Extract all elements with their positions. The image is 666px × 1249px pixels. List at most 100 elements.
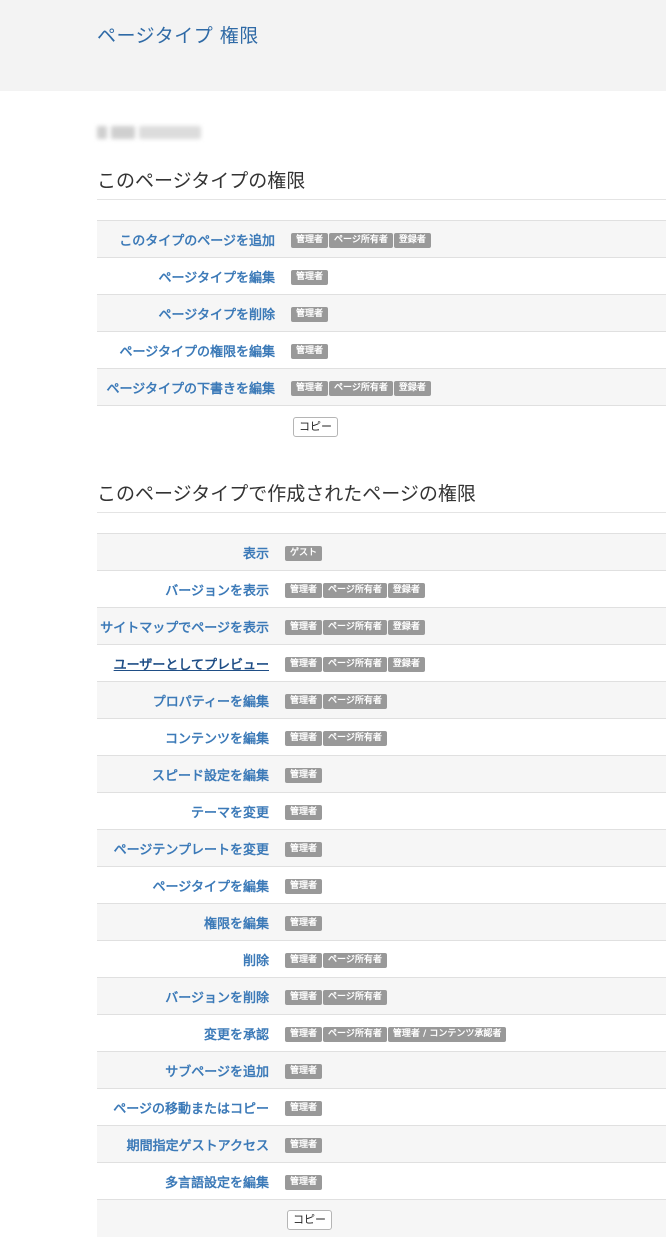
- role-badge: ページ所有者: [323, 1026, 387, 1042]
- main-content: このページタイプの権限 このタイプのページを追加 管理者 ページ所有者 登録者 ページタ…: [0, 126, 666, 1237]
- permission-badges-cell: 管理者 ページ所有者: [277, 977, 666, 1015]
- permission-badges-cell: 管理者 ページ所有者: [277, 718, 666, 756]
- role-badge: 管理者: [285, 693, 323, 709]
- permission-row: バージョンを表示 管理者 ページ所有者 登録者: [97, 570, 666, 608]
- permission-row: ページタイプを編集 管理者: [97, 257, 666, 295]
- permission-label-cell: ページタイプの権限を編集: [97, 331, 283, 369]
- role-badge: 管理者: [285, 767, 323, 783]
- permission-row: このタイプのページを追加 管理者 ページ所有者 登録者: [97, 220, 666, 258]
- permission-label: ページタイプを編集: [152, 879, 269, 895]
- permission-label: ページタイプを削除: [158, 307, 275, 323]
- permission-row: スピード設定を編集 管理者: [97, 755, 666, 793]
- role-badge: ページ所有者: [323, 989, 387, 1005]
- permission-label-cell: 表示: [97, 533, 277, 571]
- permission-label-cell: ユーザーとしてプレビュー: [97, 644, 277, 682]
- permission-label: 権限を編集: [203, 916, 269, 932]
- page-permissions-table: 表示 ゲスト バージョンを表示 管理者 ページ所有者 登録者 サイトマップでページを表示 管理…: [97, 533, 666, 1200]
- copy-row-section2: コピー: [97, 1200, 666, 1237]
- permission-badges-cell: 管理者: [277, 1088, 666, 1126]
- role-badge: 管理者: [285, 915, 323, 931]
- permission-label-cell: 変更を承認: [97, 1014, 277, 1052]
- permission-row: サイトマップでページを表示 管理者 ページ所有者 登録者: [97, 607, 666, 645]
- permission-row: ページの移動またはコピー 管理者: [97, 1088, 666, 1126]
- permission-badges-cell: ゲスト: [277, 533, 666, 571]
- permission-label-cell: 多言語設定を編集: [97, 1162, 277, 1200]
- permission-badges-cell: 管理者: [277, 755, 666, 793]
- permission-label-cell: 期間指定ゲストアクセス: [97, 1125, 277, 1163]
- permission-label-cell: ページタイプを削除: [97, 294, 283, 332]
- permission-label: 多言語設定を編集: [164, 1175, 269, 1191]
- page-title: ページタイプ 権限: [97, 25, 259, 47]
- role-badge: 管理者: [285, 952, 323, 968]
- permission-badges-cell: 管理者: [277, 1162, 666, 1200]
- role-badge: ページ所有者: [323, 582, 387, 598]
- permission-row: 変更を承認 管理者 ページ所有者 管理者 / コンテンツ承認者: [97, 1014, 666, 1052]
- role-badge: 管理者: [291, 269, 329, 285]
- section-title-page-type-permissions: このページタイプの権限: [97, 166, 666, 200]
- permission-label-cell: ページテンプレートを変更: [97, 829, 277, 867]
- role-badge: 登録者: [387, 582, 425, 598]
- role-badge: 管理者: [291, 380, 329, 396]
- copy-button-section2[interactable]: コピー: [287, 1210, 332, 1230]
- permission-badges-cell: 管理者: [277, 829, 666, 867]
- permission-label: テーマを変更: [190, 805, 269, 821]
- permission-label: このタイプのページを追加: [119, 233, 275, 249]
- copy-row-section1: コピー: [97, 406, 666, 437]
- permission-label: 削除: [242, 953, 269, 969]
- permission-row: サブページを追加 管理者: [97, 1051, 666, 1089]
- role-badge: ページ所有者: [323, 730, 387, 746]
- page-type-permissions-table: このタイプのページを追加 管理者 ページ所有者 登録者 ページタイプを編集 管理者 ページタ…: [97, 220, 666, 406]
- permission-label-cell: ページタイプを編集: [97, 257, 283, 295]
- permission-row: 削除 管理者 ページ所有者: [97, 940, 666, 978]
- role-badge: ページ所有者: [323, 693, 387, 709]
- role-badge: ページ所有者: [323, 952, 387, 968]
- permission-label: コンテンツを編集: [164, 731, 269, 747]
- permission-label: ページテンプレートを変更: [113, 842, 269, 858]
- permission-label: ページタイプの権限を編集: [119, 344, 275, 360]
- permission-label: プロパティーを編集: [152, 694, 269, 710]
- role-badge: ページ所有者: [329, 232, 393, 248]
- role-badge: 管理者: [285, 1100, 323, 1116]
- role-badge: ページ所有者: [323, 656, 387, 672]
- permission-label-link[interactable]: ユーザーとしてプレビュー: [114, 658, 269, 673]
- role-badge: ページ所有者: [329, 380, 393, 396]
- permission-label: 変更を承認: [203, 1027, 269, 1043]
- permission-label: ページタイプを編集: [158, 270, 275, 286]
- role-badge: 管理者 / コンテンツ承認者: [387, 1026, 507, 1042]
- role-badge: 管理者: [285, 1137, 323, 1153]
- permission-row: ページタイプを編集 管理者: [97, 866, 666, 904]
- copy-button-section1[interactable]: コピー: [293, 417, 338, 437]
- permission-badges-cell: 管理者 ページ所有者 登録者: [277, 570, 666, 608]
- permission-label-cell: 削除: [97, 940, 277, 978]
- permission-label: 期間指定ゲストアクセス: [126, 1138, 269, 1154]
- role-badge: 管理者: [285, 804, 323, 820]
- role-badge: 管理者: [285, 656, 323, 672]
- permission-row: ページテンプレートを変更 管理者: [97, 829, 666, 867]
- blurred-page-type-name: [97, 126, 201, 140]
- permission-label-cell: バージョンを削除: [97, 977, 277, 1015]
- permission-row: ページタイプを削除 管理者: [97, 294, 666, 332]
- permission-badges-cell: 管理者 ページ所有者 登録者: [277, 607, 666, 645]
- permission-label: スピード設定を編集: [151, 768, 269, 784]
- permission-row: ページタイプの権限を編集 管理者: [97, 331, 666, 369]
- permission-badges-cell: 管理者: [277, 903, 666, 941]
- role-badge: 管理者: [285, 841, 323, 857]
- permission-badges-cell: 管理者 ページ所有者 登録者: [283, 368, 666, 406]
- permission-label-cell: 権限を編集: [97, 903, 277, 941]
- role-badge: 登録者: [387, 619, 425, 635]
- permission-badges-cell: 管理者: [283, 257, 666, 295]
- permission-row: バージョンを削除 管理者 ページ所有者: [97, 977, 666, 1015]
- permission-badges-cell: 管理者 ページ所有者 登録者: [277, 644, 666, 682]
- permission-row: 多言語設定を編集 管理者: [97, 1162, 666, 1200]
- permission-label-cell: コンテンツを編集: [97, 718, 277, 756]
- permission-label: バージョンを表示: [165, 583, 269, 599]
- permission-label: 表示: [242, 546, 269, 562]
- permission-badges-cell: 管理者: [277, 1125, 666, 1163]
- permission-label-cell: スピード設定を編集: [97, 755, 277, 793]
- permission-badges-cell: 管理者: [277, 866, 666, 904]
- permission-label-cell: ページの移動またはコピー: [97, 1088, 277, 1126]
- role-badge: 管理者: [285, 989, 323, 1005]
- role-badge: 管理者: [285, 582, 323, 598]
- role-badge: 管理者: [285, 730, 323, 746]
- permission-badges-cell: 管理者: [277, 792, 666, 830]
